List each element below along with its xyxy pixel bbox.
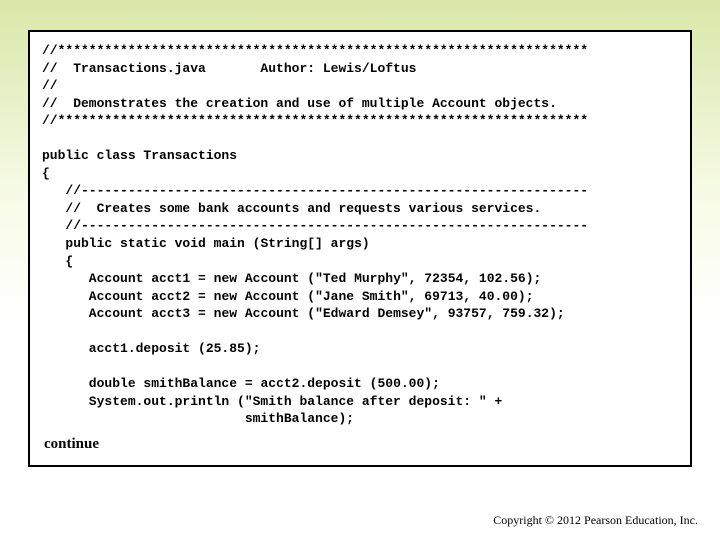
- code-line: Account acct2 = new Account ("Jane Smith…: [42, 289, 534, 304]
- code-container: //**************************************…: [28, 30, 692, 467]
- code-line: //**************************************…: [42, 43, 588, 58]
- code-text: smithBalance = acct2.deposit (500.00);: [143, 376, 439, 391]
- code-line: //: [42, 78, 58, 93]
- code-line: Account acct1 = new Account ("Ted Murphy…: [42, 271, 541, 286]
- keyword: new: [214, 271, 245, 286]
- code-line: Account acct3 = new Account ("Edward Dem…: [42, 306, 565, 321]
- code-block: //**************************************…: [42, 42, 678, 428]
- code-line: public class Transactions: [42, 148, 237, 163]
- keyword: new: [214, 306, 245, 321]
- code-line: acct1.deposit (25.85);: [42, 341, 260, 356]
- keyword: double: [42, 376, 143, 391]
- continue-label: continue: [42, 428, 678, 455]
- identifier: Transactions: [143, 148, 237, 163]
- keyword: public class: [42, 148, 143, 163]
- code-text: Account ("Jane Smith", 69713, 40.00);: [245, 289, 534, 304]
- code-text: Account acct1 =: [42, 271, 214, 286]
- code-line: double smithBalance = acct2.deposit (500…: [42, 376, 440, 391]
- code-text: Account acct3 =: [42, 306, 214, 321]
- code-line: //--------------------------------------…: [42, 218, 588, 233]
- code-line: {: [42, 254, 73, 269]
- keyword: new: [214, 289, 245, 304]
- code-line: // Transactions.java Author: Lewis/Loftu…: [42, 61, 416, 76]
- code-line: // Demonstrates the creation and use of …: [42, 96, 557, 111]
- keyword: public static void: [42, 236, 214, 251]
- identifier: main (String[] args): [214, 236, 370, 251]
- code-line: System.out.println ("Smith balance after…: [42, 394, 502, 409]
- code-line: {: [42, 166, 50, 181]
- code-text: Account ("Ted Murphy", 72354, 102.56);: [245, 271, 541, 286]
- code-line: public static void main (String[] args): [42, 236, 370, 251]
- copyright-text: Copyright © 2012 Pearson Education, Inc.: [493, 513, 698, 528]
- code-text: Account ("Edward Demsey", 93757, 759.32)…: [245, 306, 565, 321]
- code-line: //--------------------------------------…: [42, 183, 588, 198]
- code-line: smithBalance);: [42, 411, 354, 426]
- code-line: //**************************************…: [42, 113, 588, 128]
- code-line: // Creates some bank accounts and reques…: [42, 201, 541, 216]
- code-text: Account acct2 =: [42, 289, 214, 304]
